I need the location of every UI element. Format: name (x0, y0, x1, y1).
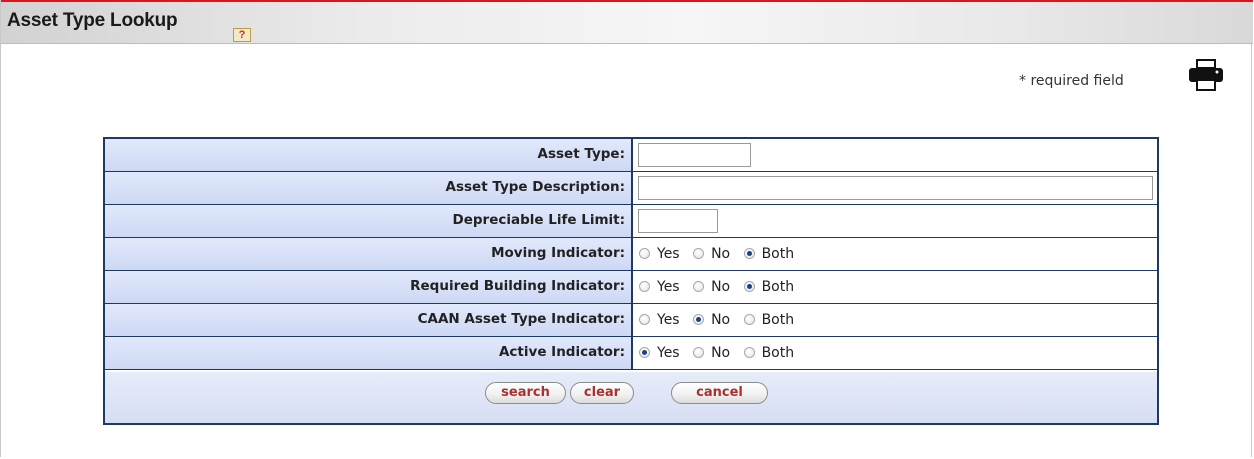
option-label: Both (761, 279, 795, 295)
option-label: Yes (657, 345, 680, 361)
required-building-indicator-option[interactable]: Both (743, 279, 795, 295)
moving-indicator-radio-group: Yes No Both (639, 246, 803, 262)
active-indicator-option[interactable]: Both (743, 345, 795, 361)
option-label: Both (761, 345, 795, 361)
active-indicator-option[interactable]: No (693, 345, 730, 361)
option-label: No (711, 246, 731, 262)
option-label: Yes (657, 279, 680, 295)
asset-type-description-input[interactable] (638, 176, 1153, 200)
required-building-indicator-label: Required Building Indicator: (410, 278, 625, 294)
asset-type-description-label: Asset Type Description: (445, 179, 625, 195)
label-cell: Asset Type: (105, 139, 633, 171)
radio-button[interactable] (743, 281, 755, 292)
label-cell: Required Building Indicator: (105, 271, 633, 303)
help-icon[interactable]: ? (233, 28, 251, 42)
action-buttons-row: search clear cancel (105, 372, 1157, 423)
moving-indicator-label: Moving Indicator: (491, 245, 625, 261)
radio-button[interactable] (743, 248, 755, 259)
row-depreciable-life-limit: Depreciable Life Limit: (105, 205, 1157, 238)
option-label: Both (761, 312, 795, 328)
value-cell (633, 205, 1157, 237)
caan-asset-type-indicator-option[interactable]: Yes (639, 312, 680, 328)
depreciable-life-limit-label: Depreciable Life Limit: (452, 212, 625, 228)
radio-button[interactable] (639, 314, 650, 325)
option-label: No (711, 345, 731, 361)
caan-asset-type-indicator-option[interactable]: Both (743, 312, 795, 328)
label-cell: Moving Indicator: (105, 238, 633, 270)
option-label: No (711, 312, 731, 328)
label-cell: Active Indicator: (105, 337, 633, 369)
depreciable-life-limit-input[interactable] (638, 209, 718, 233)
radio-button[interactable] (639, 248, 650, 259)
radio-button[interactable] (743, 314, 755, 325)
lookup-criteria-table: Asset Type: Asset Type Description: Depr… (103, 137, 1159, 425)
moving-indicator-option[interactable]: Both (743, 246, 795, 262)
required-building-indicator-radio-group: Yes No Both (639, 279, 803, 295)
option-label: Both (761, 246, 795, 262)
radio-button[interactable] (693, 347, 705, 358)
required-building-indicator-option[interactable]: Yes (639, 279, 680, 295)
row-required-building-indicator: Required Building Indicator: Yes No Both (105, 271, 1157, 304)
page-title: Asset Type Lookup (7, 10, 178, 31)
radio-button[interactable] (743, 347, 755, 358)
caan-asset-type-indicator-option[interactable]: No (693, 312, 730, 328)
radio-button[interactable] (693, 281, 705, 292)
asset-type-label: Asset Type: (537, 146, 625, 162)
value-cell: Yes No Both (633, 337, 1157, 369)
cancel-button[interactable]: cancel (671, 382, 768, 404)
value-cell: Yes No Both (633, 238, 1157, 270)
active-indicator-label: Active Indicator: (498, 344, 625, 360)
required-building-indicator-option[interactable]: No (693, 279, 730, 295)
radio-button[interactable] (693, 248, 705, 259)
value-cell: Yes No Both (633, 304, 1157, 336)
label-cell: Depreciable Life Limit: (105, 205, 633, 237)
lookup-page: Asset Type Lookup ? * required field Ass… (0, 0, 1253, 457)
caan-asset-type-indicator-label: CAAN Asset Type Indicator: (417, 311, 625, 327)
asset-type-input[interactable] (638, 143, 751, 167)
active-indicator-radio-group: Yes No Both (639, 345, 803, 361)
printer-icon[interactable] (1186, 57, 1226, 93)
row-caan-asset-type-indicator: CAAN Asset Type Indicator: Yes No Both (105, 304, 1157, 337)
option-label: Yes (657, 246, 680, 262)
page-header: Asset Type Lookup ? (1, 0, 1253, 44)
value-cell (633, 172, 1157, 204)
radio-button[interactable] (693, 314, 705, 325)
clear-button[interactable]: clear (570, 382, 634, 404)
radio-button[interactable] (639, 281, 650, 292)
value-cell: Yes No Both (633, 271, 1157, 303)
caan-asset-type-indicator-radio-group: Yes No Both (639, 312, 803, 328)
search-button[interactable]: search (485, 382, 566, 404)
row-asset-type-description: Asset Type Description: (105, 172, 1157, 205)
active-indicator-option[interactable]: Yes (639, 345, 680, 361)
label-cell: CAAN Asset Type Indicator: (105, 304, 633, 336)
option-label: Yes (657, 312, 680, 328)
row-moving-indicator: Moving Indicator: Yes No Both (105, 238, 1157, 271)
option-label: No (711, 279, 731, 295)
row-active-indicator: Active Indicator: Yes No Both (105, 337, 1157, 370)
radio-button[interactable] (639, 347, 650, 358)
moving-indicator-option[interactable]: No (693, 246, 730, 262)
value-cell (633, 139, 1157, 171)
label-cell: Asset Type Description: (105, 172, 633, 204)
required-field-note: * required field (1019, 73, 1124, 89)
row-asset-type: Asset Type: (105, 139, 1157, 172)
moving-indicator-option[interactable]: Yes (639, 246, 680, 262)
